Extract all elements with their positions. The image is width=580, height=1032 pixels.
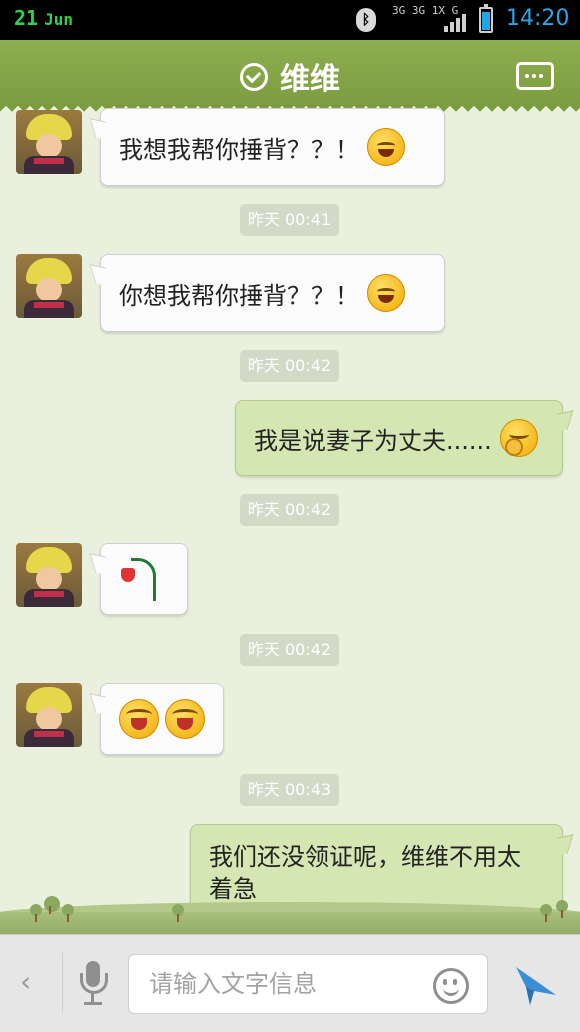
chat-message-list[interactable]: 我想我帮你捶背？？！ 昨天 00:41 你想我帮你捶背？？！ 昨天 00:42 … [0,106,580,934]
crying-emoji-icon [165,699,205,739]
scenery-tree [172,904,184,922]
chat-title: 维维 [280,62,340,97]
scenery-tree [44,896,60,914]
status-date: 21 Jun [14,6,73,30]
outgoing-message-bubble[interactable]: 我是说妻子为丈夫...... [235,400,563,476]
chat-header: 维维 [0,40,580,112]
message-timestamp: 昨天 00:42 [240,350,339,382]
message-timestamp: 昨天 00:43 [240,774,339,806]
outgoing-message-bubble[interactable]: 我们还没领证呢，维维不用太着急 [190,824,563,914]
message-timestamp: 昨天 00:42 [240,634,339,666]
message-text: 我是说妻子为丈夫...... [254,426,492,455]
more-options-icon[interactable] [516,62,554,90]
contact-avatar[interactable] [16,254,82,318]
scenery-ground [0,912,580,934]
wilted-rose-icon [117,556,163,602]
battery-icon [479,4,493,33]
microphone-icon[interactable] [80,961,108,1007]
crying-emoji-icon [119,699,159,739]
scenery-tree [30,904,42,922]
message-text: 我想我帮你捶背？？！ [119,135,359,164]
contact-avatar[interactable] [16,683,82,747]
status-date-day: 21 [14,6,39,30]
incoming-message-bubble[interactable]: 我想我帮你捶背？？！ [100,108,445,186]
incoming-message-bubble[interactable]: 你想我帮你捶背？？！ [100,254,445,332]
divider [62,953,63,1013]
scenery-tree [62,904,74,922]
chat-title-group: 维维 [0,54,580,98]
send-icon[interactable] [512,961,558,1007]
message-text: 你想我帮你捶背？？！ [119,281,359,310]
scenery-tree [540,904,552,922]
incoming-message-bubble[interactable] [100,683,224,755]
signal-icon [444,12,472,32]
scenery-tree [556,900,568,918]
contact-avatar[interactable] [16,543,82,607]
bluetooth-icon: ᛒ [356,8,376,32]
message-timestamp: 昨天 00:42 [240,494,339,526]
status-bar: 21 Jun ᛒ 3G 3G 1X G 14:20 [0,0,580,40]
smiley-icon[interactable] [433,968,469,1004]
grin-emoji-icon [367,128,405,166]
message-text: 我们还没领证呢，维维不用太着急 [209,843,521,903]
shy-emoji-icon [499,419,538,457]
status-time: 14:20 [506,6,570,31]
incoming-message-bubble[interactable] [100,543,188,615]
grin-emoji-icon [367,274,405,312]
message-input-bar: ‹ [0,934,580,1032]
chevron-left-icon[interactable]: ‹ [20,965,31,998]
status-date-month: Jun [44,10,73,29]
contact-avatar[interactable] [16,110,82,174]
verified-check-icon [240,62,268,91]
message-timestamp: 昨天 00:41 [240,204,339,236]
